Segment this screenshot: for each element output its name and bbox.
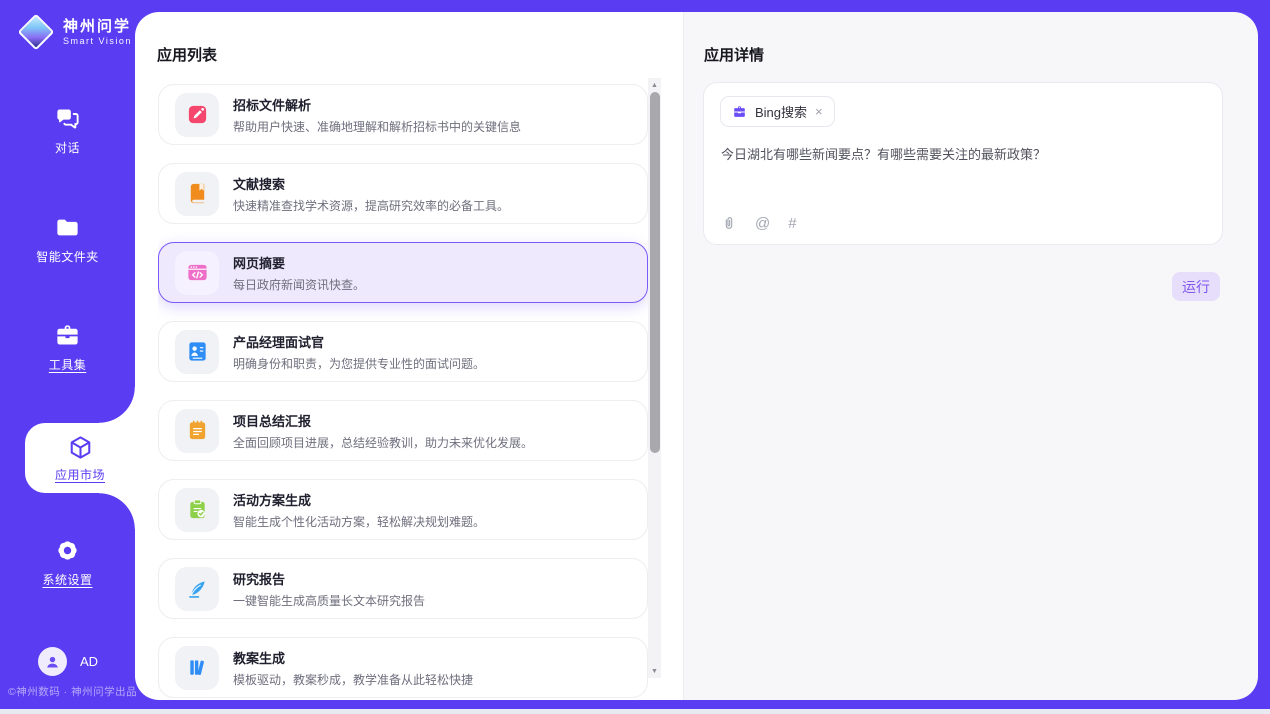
app-card-text: 研究报告一键智能生成高质量长文本研究报告 bbox=[233, 569, 425, 609]
settings-icon bbox=[54, 537, 81, 564]
sidebar-item-chat[interactable]: 对话 bbox=[0, 105, 135, 156]
paperclip-icon[interactable] bbox=[721, 215, 737, 231]
scrollbar-thumb[interactable] bbox=[650, 92, 660, 453]
smart-folder-icon bbox=[54, 214, 81, 241]
app-card[interactable]: 研究报告一键智能生成高质量长文本研究报告 bbox=[158, 558, 648, 619]
prompt-card: Bing搜索 × 今日湖北有哪些新闻要点？有哪些需要关注的最新政策？ @ # bbox=[703, 82, 1223, 245]
briefcase-icon bbox=[732, 104, 747, 119]
app-card-desc: 一键智能生成高质量长文本研究报告 bbox=[233, 592, 425, 609]
resume-icon bbox=[175, 330, 219, 374]
avatar[interactable] bbox=[38, 647, 67, 676]
app-card-title: 文献搜索 bbox=[233, 174, 509, 193]
app-card-text: 项目总结汇报全面回顾项目进展，总结经验教训，助力未来优化发展。 bbox=[233, 411, 533, 451]
clipboard-check-icon bbox=[175, 488, 219, 532]
brand-diamond-icon bbox=[16, 12, 56, 52]
sidebar-item-label: 工具集 bbox=[49, 356, 87, 373]
app-card-title: 教案生成 bbox=[233, 648, 473, 667]
app-card-desc: 每日政府新闻资讯快查。 bbox=[233, 276, 365, 293]
app-card-desc: 模板驱动，教案秒成，教学准备从此轻松快捷 bbox=[233, 671, 473, 688]
app-list: 招标文件解析帮助用户快速、准确地理解和解析招标书中的关键信息文献搜索快速精准查找… bbox=[158, 84, 648, 700]
app-card-text: 文献搜索快速精准查找学术资源，提高研究效率的必备工具。 bbox=[233, 174, 509, 214]
sidebar: 神州问学 Smart Vision 对话智能文件夹工具集应用市场系统设置 AD … bbox=[0, 0, 135, 714]
run-button[interactable]: 运行 bbox=[1172, 272, 1220, 301]
app-detail-title: 应用详情 bbox=[704, 44, 764, 65]
copyright-text: ©神州数码 · 神州问学出品 bbox=[8, 684, 137, 699]
app-card-title: 研究报告 bbox=[233, 569, 425, 588]
sidebar-item-label: 系统设置 bbox=[42, 571, 92, 588]
app-logo: 神州问学 Smart Vision bbox=[16, 12, 132, 52]
app-market-icon bbox=[67, 434, 94, 461]
pen-square-icon bbox=[175, 93, 219, 137]
scroll-down-icon[interactable]: ▼ bbox=[648, 664, 661, 678]
app-list-title: 应用列表 bbox=[157, 44, 217, 65]
app-card[interactable]: 产品经理面试官明确身份和职责，为您提供专业性的面试问题。 bbox=[158, 321, 648, 382]
app-card-desc: 帮助用户快速、准确地理解和解析招标书中的关键信息 bbox=[233, 118, 521, 135]
app-card[interactable]: 文献搜索快速精准查找学术资源，提高研究效率的必备工具。 bbox=[158, 163, 648, 224]
brand-name: 神州问学 bbox=[63, 18, 132, 36]
sidebar-item-label: 智能文件夹 bbox=[36, 248, 99, 265]
app-list-panel: 应用列表 招标文件解析帮助用户快速、准确地理解和解析招标书中的关键信息文献搜索快… bbox=[135, 12, 683, 700]
quill-icon bbox=[175, 567, 219, 611]
chat-icon bbox=[54, 105, 81, 132]
chip-close-icon[interactable]: × bbox=[815, 105, 823, 118]
tool-chip-label: Bing搜索 bbox=[755, 102, 807, 121]
app-card-text: 招标文件解析帮助用户快速、准确地理解和解析招标书中的关键信息 bbox=[233, 95, 521, 135]
sidebar-item-smart-folder[interactable]: 智能文件夹 bbox=[0, 214, 135, 265]
browser-code-icon bbox=[175, 251, 219, 295]
scrollbar[interactable]: ▲ ▼ bbox=[648, 78, 661, 678]
app-card[interactable]: 教案生成模板驱动，教案秒成，教学准备从此轻松快捷 bbox=[158, 637, 648, 698]
user-initials: AD bbox=[80, 654, 98, 669]
scroll-up-icon[interactable]: ▲ bbox=[648, 78, 661, 92]
app-card-text: 网页摘要每日政府新闻资讯快查。 bbox=[233, 253, 365, 293]
tool-chip-bing-search[interactable]: Bing搜索 × bbox=[720, 96, 835, 127]
brand-subtitle: Smart Vision bbox=[63, 36, 132, 46]
person-icon bbox=[44, 653, 61, 670]
user-account[interactable]: AD bbox=[38, 647, 98, 676]
prompt-input[interactable]: 今日湖北有哪些新闻要点？有哪些需要关注的最新政策？ bbox=[721, 145, 1206, 164]
attachment-toolbar: @ # bbox=[721, 215, 797, 231]
app-card[interactable]: 活动方案生成智能生成个性化活动方案，轻松解决规划难题。 bbox=[158, 479, 648, 540]
app-card-desc: 明确身份和职责，为您提供专业性的面试问题。 bbox=[233, 355, 485, 372]
app-card-title: 网页摘要 bbox=[233, 253, 365, 272]
app-card-title: 活动方案生成 bbox=[233, 490, 485, 509]
window-bottom-edge bbox=[0, 709, 1270, 714]
notepad-icon bbox=[175, 409, 219, 453]
app-card-desc: 智能生成个性化活动方案，轻松解决规划难题。 bbox=[233, 513, 485, 530]
app-card[interactable]: 项目总结汇报全面回顾项目进展，总结经验教训，助力未来优化发展。 bbox=[158, 400, 648, 461]
sidebar-item-app-market[interactable]: 应用市场 bbox=[25, 423, 135, 493]
app-card[interactable]: 网页摘要每日政府新闻资讯快查。 bbox=[158, 242, 648, 303]
sidebar-item-label: 应用市场 bbox=[55, 466, 105, 483]
mention-icon[interactable]: @ bbox=[755, 216, 770, 231]
book-icon bbox=[175, 172, 219, 216]
app-card[interactable]: 招标文件解析帮助用户快速、准确地理解和解析招标书中的关键信息 bbox=[158, 84, 648, 145]
app-card-title: 项目总结汇报 bbox=[233, 411, 533, 430]
app-detail-panel: 应用详情 Bing搜索 × 今日湖北有哪些新闻要点？有哪些需要关注的最新政策？ … bbox=[683, 12, 1258, 700]
hash-icon[interactable]: # bbox=[788, 216, 796, 231]
app-card-title: 招标文件解析 bbox=[233, 95, 521, 114]
app-card-text: 产品经理面试官明确身份和职责，为您提供专业性的面试问题。 bbox=[233, 332, 485, 372]
toolset-icon bbox=[54, 322, 81, 349]
app-card-text: 教案生成模板驱动，教案秒成，教学准备从此轻松快捷 bbox=[233, 648, 473, 688]
sidebar-item-label: 对话 bbox=[55, 139, 80, 156]
books-icon bbox=[175, 646, 219, 690]
app-card-desc: 快速精准查找学术资源，提高研究效率的必备工具。 bbox=[233, 197, 509, 214]
app-card-title: 产品经理面试官 bbox=[233, 332, 485, 351]
app-card-desc: 全面回顾项目进展，总结经验教训，助力未来优化发展。 bbox=[233, 434, 533, 451]
app-card-text: 活动方案生成智能生成个性化活动方案，轻松解决规划难题。 bbox=[233, 490, 485, 530]
sidebar-item-settings[interactable]: 系统设置 bbox=[0, 537, 135, 588]
sidebar-item-toolset[interactable]: 工具集 bbox=[0, 322, 135, 373]
